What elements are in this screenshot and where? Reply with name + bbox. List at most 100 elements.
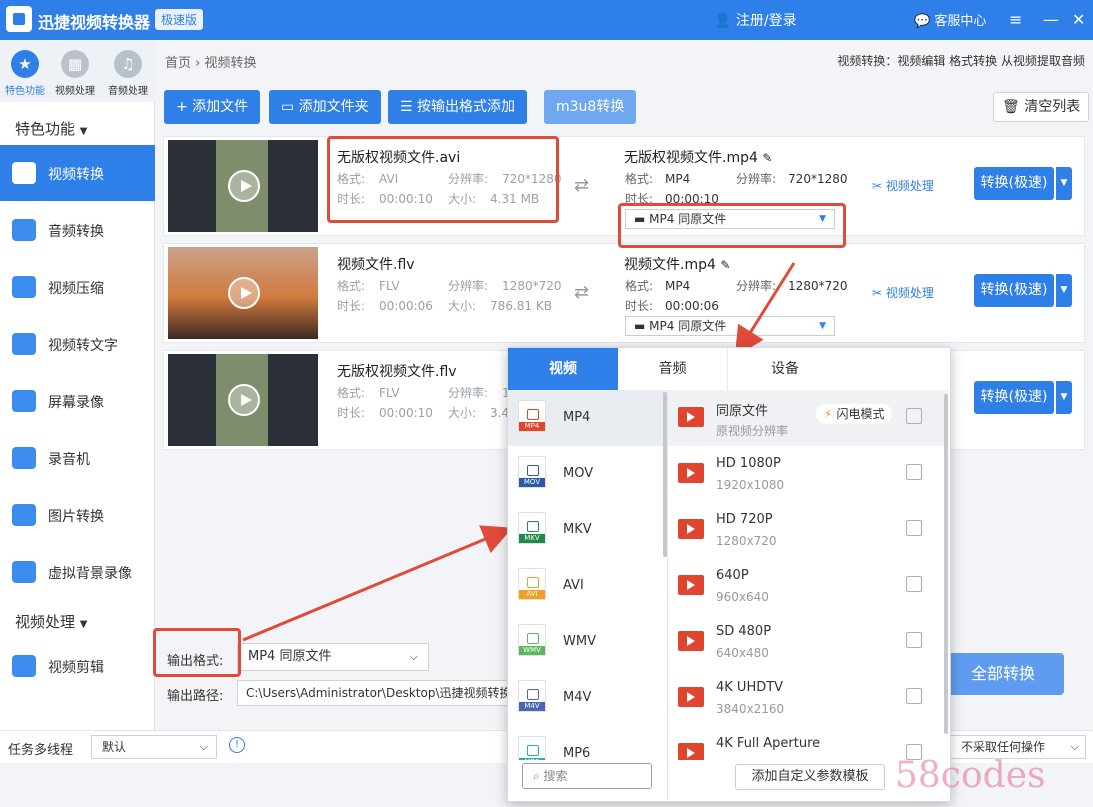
convert-dropdown-button[interactable]: ▼ xyxy=(1056,167,1072,200)
edit-icon[interactable] xyxy=(906,632,922,648)
format-item-avi[interactable]: AVI AVI xyxy=(508,558,666,614)
video-process-tab[interactable]: ▦ 视频处理 xyxy=(50,50,100,97)
section-feature[interactable]: 特色功能 ▼ xyxy=(15,118,88,139)
breadcrumb-home[interactable]: 首页 xyxy=(165,56,191,71)
preset-item[interactable]: HD 1080P 1920x1080 xyxy=(668,446,948,502)
sidebar-item-screen-record[interactable]: 屏幕录像 xyxy=(0,373,155,429)
edit-icon[interactable] xyxy=(906,576,922,592)
format-item-mov[interactable]: MOV MOV xyxy=(508,446,666,502)
output-format-select[interactable]: MP4 同原文件 ⌵ xyxy=(237,643,429,671)
format-search-input[interactable]: ⌕ 搜索 xyxy=(522,763,652,789)
source-file-name: 视频文件.flv xyxy=(337,257,415,273)
convert-arrow-icon: ⇄ xyxy=(574,175,590,196)
multithread-select[interactable]: 默认 ⌵ xyxy=(91,735,217,759)
menu-icon[interactable]: ≡ xyxy=(1009,10,1022,29)
login-link[interactable]: 👤 注册/登录 xyxy=(714,10,797,30)
format-value: MP4 xyxy=(665,172,691,186)
size-label: 大小: xyxy=(448,299,477,313)
preset-list-scrollbar[interactable] xyxy=(944,394,948,734)
output-path-field[interactable]: C:\Users\Administrator\Desktop\迅捷视频转换 xyxy=(237,680,517,706)
search-icon: ⌕ xyxy=(533,769,544,783)
format-item-m4v[interactable]: M4V M4V xyxy=(508,670,666,726)
format-item-mkv[interactable]: MKV MKV xyxy=(508,502,666,558)
m3u8-button[interactable]: m3u8转换 xyxy=(544,90,637,124)
add-file-button[interactable]: + 添加文件 xyxy=(164,90,261,124)
play-icon[interactable] xyxy=(228,277,260,309)
icon-badge: MKV xyxy=(519,534,545,543)
play-icon[interactable] xyxy=(228,170,260,202)
output-file-name[interactable]: 无版权视频文件.mp4 ✎ xyxy=(624,147,772,167)
format-value: MP4 xyxy=(665,279,691,293)
tab-audio[interactable]: 音频 xyxy=(618,348,728,390)
edit-icon[interactable] xyxy=(906,520,922,536)
sidebar-item-label: 屏幕录像 xyxy=(48,395,104,411)
preset-item[interactable]: 同原文件 原视频分辨率 ⚡ 闪电模式 xyxy=(668,390,948,446)
add-by-format-button[interactable]: ☰ 按输出格式添加 xyxy=(388,90,528,124)
output-file-name[interactable]: 视频文件.mp4 ✎ xyxy=(624,254,730,274)
minimize-icon[interactable]: — xyxy=(1043,10,1059,29)
sidebar-item-video-edit[interactable]: 视频剪辑 xyxy=(0,638,155,694)
pencil-icon[interactable]: ✎ xyxy=(762,151,772,165)
add-custom-template-button[interactable]: 添加自定义参数模板 xyxy=(735,764,885,790)
sidebar-item-label: 视频转文字 xyxy=(48,338,118,354)
source-size: 大小: 786.81 KB xyxy=(448,297,552,314)
tab-video[interactable]: 视频 xyxy=(508,348,618,390)
m4v-icon: M4V xyxy=(518,680,546,712)
resolution-value: 1280*720 xyxy=(788,279,848,293)
highlight-source-info xyxy=(327,136,559,223)
sidebar-item-virtual-bg[interactable]: 虚拟背景录像 xyxy=(0,544,155,600)
recorder-icon xyxy=(12,447,36,469)
convert-button[interactable]: 转换(极速) xyxy=(974,274,1054,307)
convert-button[interactable]: 转换(极速) xyxy=(974,167,1054,200)
breadcrumb: 首页 › 视频转换 xyxy=(165,56,257,71)
dropdown-arrow-icon: ▼ xyxy=(819,321,826,331)
file-row[interactable]: 视频文件.flv 格式: FLV 分辨率: 1280*720 时长: 00:00:06… xyxy=(163,243,1085,343)
preset-item[interactable]: 4K UHDTV 3840x2160 xyxy=(668,670,948,726)
add-folder-button[interactable]: ▭ 添加文件夹 xyxy=(269,90,381,124)
convert-button[interactable]: 转换(极速) xyxy=(974,381,1054,414)
edit-icon[interactable] xyxy=(906,688,922,704)
format-item-mp6[interactable]: MP6 MP6 xyxy=(508,726,666,760)
video-process-link[interactable]: ✂ 视频处理 xyxy=(872,177,934,194)
tab-device[interactable]: 设备 xyxy=(730,348,840,390)
close-icon[interactable]: ✕ xyxy=(1072,10,1085,29)
section-video-process-label: 视频处理 xyxy=(15,613,76,631)
format-label: 格式: xyxy=(625,172,654,186)
edit-icon[interactable] xyxy=(906,408,922,424)
duration-value: 00:00:06 xyxy=(379,299,433,313)
section-video-process[interactable]: 视频处理 ▼ xyxy=(15,611,88,632)
clear-list-button[interactable]: 🗑 清空列表 xyxy=(993,92,1090,122)
format-name: WMV xyxy=(563,634,596,649)
sidebar-item-audio-convert[interactable]: 音频转换 xyxy=(0,202,155,258)
format-item-mp4[interactable]: MP4 MP4 xyxy=(508,390,666,446)
compress-icon xyxy=(12,276,36,298)
sidebar-item-label: 视频转换 xyxy=(48,167,104,183)
audio-process-tab[interactable]: ♫ 音频处理 xyxy=(103,50,153,97)
sidebar-item-video-to-text[interactable]: 视频转文字 xyxy=(0,316,155,372)
preset-item[interactable]: 640P 960x640 xyxy=(668,558,948,614)
play-icon[interactable] xyxy=(228,384,260,416)
convert-all-button[interactable]: 全部转换 xyxy=(942,653,1064,695)
source-resolution: 分辨率: 1280*720 xyxy=(448,277,562,294)
preset-item[interactable]: SD 480P 640x480 xyxy=(668,614,948,670)
sidebar-item-image-convert[interactable]: 图片转换 xyxy=(0,487,155,543)
chevron-down-icon: ⌵ xyxy=(1070,740,1079,753)
flash-mode-label: 闪电模式 xyxy=(836,407,885,421)
resolution-label: 分辨率: xyxy=(448,279,489,293)
sidebar-item-recorder[interactable]: 录音机 xyxy=(0,430,155,486)
add-folder-label: 添加文件夹 xyxy=(298,99,369,115)
info-icon[interactable]: ! xyxy=(229,737,245,753)
sidebar-item-video-convert[interactable]: 视频转换 xyxy=(0,145,155,201)
format-item-wmv[interactable]: WMV WMV xyxy=(508,614,666,670)
convert-dropdown-button[interactable]: ▼ xyxy=(1056,274,1072,307)
service-center-link[interactable]: 💬 客服中心 xyxy=(914,10,986,29)
sidebar-item-video-compress[interactable]: 视频压缩 xyxy=(0,259,155,315)
pencil-icon[interactable]: ✎ xyxy=(720,258,730,272)
edit-icon[interactable] xyxy=(906,464,922,480)
list-icon: ☰ xyxy=(400,99,418,115)
convert-dropdown-button[interactable]: ▼ xyxy=(1056,381,1072,414)
preset-item[interactable]: HD 720P 1280x720 xyxy=(668,502,948,558)
feature-tab[interactable]: ★ 特色功能 xyxy=(0,50,50,97)
video-process-link[interactable]: ✂ 视频处理 xyxy=(872,284,934,301)
output-format-select[interactable]: ▬ MP4 同原文件 ▼ xyxy=(625,316,835,336)
